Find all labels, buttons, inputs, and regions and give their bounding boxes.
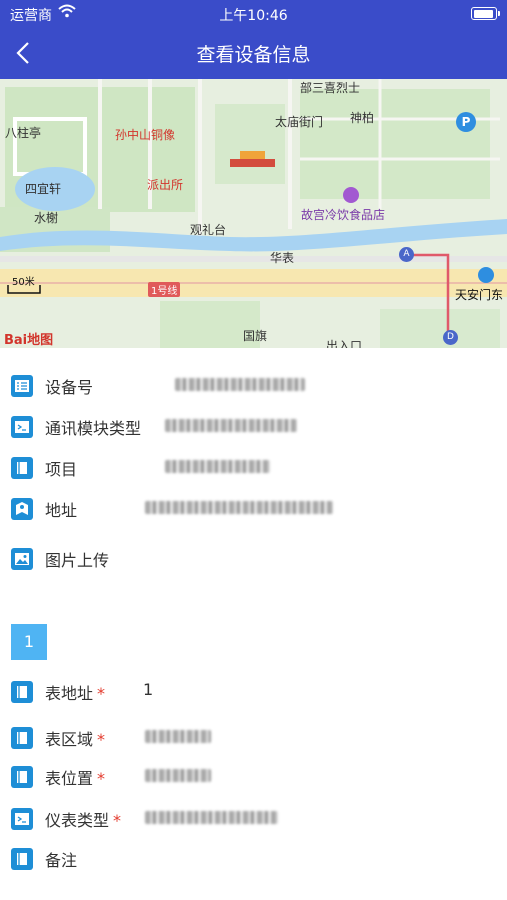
meter-area-value-redacted [145,730,211,743]
device-id-row: 设备号 [0,367,507,403]
address-value-redacted [145,501,333,514]
map-pin-d-icon[interactable]: D [443,330,458,345]
map-label: 八柱亭 [5,126,42,140]
meter-address-value: 1 [143,680,154,699]
map-label: 天安门东 [455,288,504,302]
project-row: 项目 [0,449,507,485]
map-label: 部三喜烈士 [300,81,361,95]
project-value-redacted [165,460,270,473]
status-time: 上午10:46 [219,8,288,24]
module-type-row: 通讯模块类型 [0,408,507,444]
parking-marker-icon[interactable]: P [456,112,476,132]
address-label: 地址 [45,501,78,520]
meter-position-label: 表位置 * [45,769,106,788]
book-icon [11,766,33,788]
meter-section-index: 1 [11,624,47,660]
shop-marker-icon[interactable] [343,187,359,203]
device-id-value-redacted [175,378,305,391]
module-type-value-redacted [165,419,297,432]
meter-address-label: 表地址 * [45,684,106,703]
map-label: 孙中山铜像 [115,128,176,142]
subway-marker-icon[interactable] [478,267,494,283]
device-info-screen: 运营商 上午10:46 查看设备信息 部三喜烈士 八柱亭 孙中山铜像 太庙街门 … [0,0,507,900]
map-label: 水榭 [34,211,59,225]
photo-upload-label: 图片上传 [45,551,110,570]
meter-position-value-redacted [145,769,211,782]
required-mark: * [113,811,122,830]
map-label: 观礼台 [190,223,227,237]
map-pin-a-icon[interactable]: A [399,247,414,262]
list-icon [11,375,33,397]
nav-bar: 查看设备信息 [0,28,507,79]
subway-line-label: 1号线 [148,282,181,297]
map-label: 故宫冷饮食品店 [301,208,386,222]
map-label: 太庙街门 [275,115,324,129]
map-label: 华表 [270,251,295,265]
meter-type-value-redacted [145,811,278,824]
project-label: 项目 [45,460,78,479]
device-id-label: 设备号 [45,378,94,397]
photo-upload-row[interactable]: 图片上传 [0,540,507,576]
map-label: 派出所 [147,178,184,192]
book-icon [11,727,33,749]
meter-position-row: 表位置 * [0,758,507,794]
terminal-icon [11,808,33,830]
map-label: 神柏 [350,111,375,125]
meter-address-row: 表地址 * 1 [0,673,507,709]
image-icon [11,548,33,570]
meter-note-label: 备注 [45,851,78,870]
page-title: 查看设备信息 [196,44,311,66]
address-row: 地址 [0,490,507,526]
scale-label: 50米 [12,277,35,288]
book-icon [11,681,33,703]
meter-type-label: 仪表类型 * [45,811,122,830]
location-book-icon [11,498,33,520]
status-bar: 运营商 上午10:46 [0,0,507,28]
map-label: 四宜轩 [25,182,62,196]
required-mark: * [97,684,106,703]
location-map[interactable]: 部三喜烈士 八柱亭 孙中山铜像 太庙街门 神柏 四宜轩 派出所 水榭 故宫冷饮食… [0,79,507,348]
book-icon [11,848,33,870]
top-bar: 运营商 上午10:46 查看设备信息 [0,0,507,79]
meter-note-row: 备注 [0,840,507,876]
map-label: 国旗 [243,329,268,343]
battery-icon [471,7,500,20]
meter-area-row: 表区域 * [0,719,507,755]
module-type-label: 通讯模块类型 [45,419,142,438]
baidu-logo: Bai地图 [4,333,54,348]
required-mark: * [97,769,106,788]
meter-area-label: 表区域 * [45,730,106,749]
terminal-icon [11,416,33,438]
meter-type-row: 仪表类型 * [0,800,507,836]
map-label: 出入口 [326,339,363,348]
required-mark: * [97,730,106,749]
book-icon [11,457,33,479]
